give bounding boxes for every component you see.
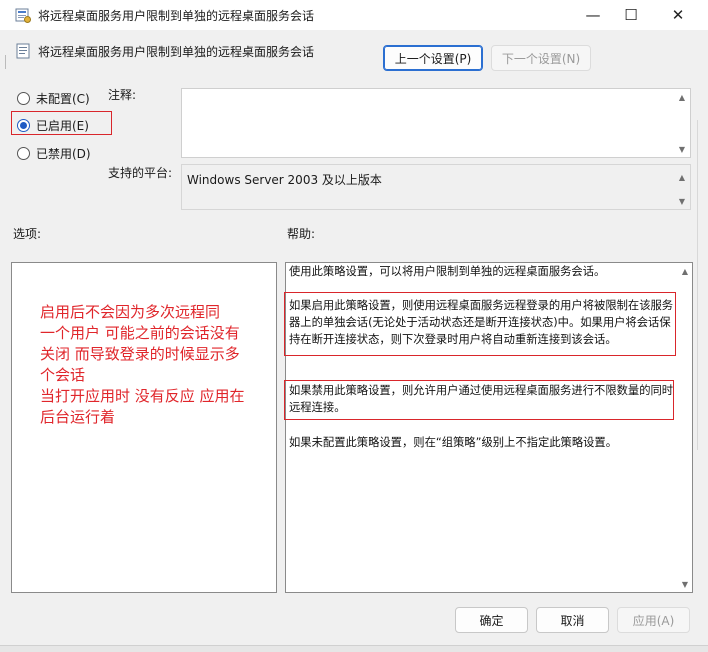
radio-label: 已禁用(D) (36, 147, 91, 161)
help-paragraph: 如果禁用此策略设置，则允许用户通过使用远程桌面服务进行不限数量的同时远程连接。 (289, 384, 674, 414)
annotation-line: 关闭 而导致登录的时候显示多 (40, 345, 240, 363)
annotation-line: 个会话 (40, 366, 86, 384)
annotation-line: 启用后不会因为多次远程同 (40, 303, 221, 321)
next-setting-button[interactable]: 下一个设置(N) (491, 45, 591, 71)
scroll-down-icon[interactable]: ▼ (679, 145, 685, 154)
scroll-up-icon[interactable]: ▲ (679, 173, 685, 182)
annotation-line: 后台运行着 (40, 408, 116, 426)
policy-document-icon (16, 43, 30, 59)
previous-setting-button[interactable]: 上一个设置(P) (383, 45, 483, 71)
background-window-edge (0, 55, 6, 69)
radio-button[interactable] (17, 92, 30, 105)
radio-button-checked[interactable] (17, 119, 30, 132)
scroll-up-icon[interactable]: ▲ (679, 93, 685, 102)
scroll-down-icon[interactable]: ▼ (679, 197, 685, 206)
background-taskbar-strip (0, 645, 708, 652)
close-button[interactable]: ✕ (655, 0, 701, 30)
annotation-line: 一个用户 可能之前的会话没有 (40, 324, 240, 342)
platform-value: Windows Server 2003 及以上版本 (187, 173, 382, 187)
ok-button[interactable]: 确定 (455, 607, 528, 633)
apply-button[interactable]: 应用(A) (617, 607, 690, 633)
radio-enabled[interactable]: 已启用(E) (17, 117, 89, 134)
scroll-down-icon[interactable]: ▼ (682, 580, 688, 589)
comment-label: 注释: (108, 88, 137, 102)
policy-settings-icon (15, 8, 31, 23)
help-label: 帮助: (287, 227, 316, 241)
radio-label: 已启用(E) (36, 119, 89, 133)
help-paragraph: 如果未配置此策略设置，则在“组策略”级别上不指定此策略设置。 (289, 436, 618, 449)
radio-not-configured[interactable]: 未配置(C) (17, 90, 90, 107)
annotation-text: 启用后不会因为多次远程同 一个用户 可能之前的会话没有 关闭 而导致登录的时候显… (40, 302, 270, 428)
maximize-button[interactable]: ☐ (608, 0, 654, 30)
policy-name: 将远程桌面服务用户限制到单独的远程桌面服务会话 (38, 45, 315, 59)
radio-button[interactable] (17, 147, 30, 160)
background-window-edge (697, 120, 708, 450)
window-title: 将远程桌面服务用户限制到单独的远程桌面服务会话 (38, 9, 315, 23)
scroll-up-icon[interactable]: ▲ (682, 267, 688, 276)
radio-label: 未配置(C) (36, 92, 90, 106)
comment-textarea[interactable]: ▲ ▼ (181, 88, 691, 158)
platform-label: 支持的平台: (108, 166, 173, 180)
help-paragraph: 使用此策略设置，可以将用户限制到单独的远程桌面服务会话。 (289, 265, 606, 278)
cancel-button[interactable]: 取消 (536, 607, 609, 633)
help-paragraph: 如果启用此策略设置，则使用远程桌面服务远程登录的用户将被限制在该服务器上的单独会… (289, 299, 674, 346)
options-label: 选项: (13, 227, 42, 241)
annotation-line: 当打开应用时 没有反应 应用在 (40, 387, 245, 405)
platform-field: Windows Server 2003 及以上版本 ▲ ▼ (181, 164, 691, 210)
radio-disabled[interactable]: 已禁用(D) (17, 145, 91, 162)
